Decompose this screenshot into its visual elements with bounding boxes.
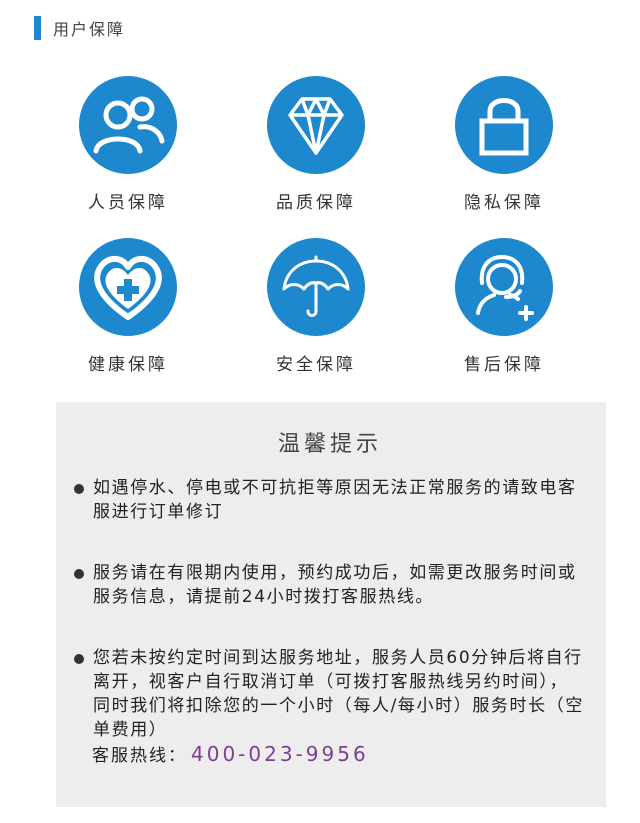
guarantee-item-privacy[interactable]: 隐私保障 [434, 76, 574, 213]
guarantee-label: 隐私保障 [464, 193, 544, 213]
headset-icon-circle [455, 238, 553, 336]
section-header: 用户保障 [34, 16, 125, 40]
list-item: 您若未按约定时间到达服务地址，服务人员60分钟后将自行离开，视客户自行取消订单（… [74, 646, 584, 742]
guarantee-label: 品质保障 [276, 193, 356, 213]
hotline-number[interactable]: 400-023-9956 [191, 742, 369, 766]
list-item: 如遇停水、停电或不可抗拒等原因无法正常服务的请致电客服进行订单修订 [74, 476, 584, 524]
people-icon [93, 96, 165, 154]
guarantee-label: 安全保障 [276, 355, 356, 375]
people-icon-circle [79, 76, 177, 174]
guarantee-label: 人员保障 [88, 193, 168, 213]
guarantee-label: 健康保障 [88, 355, 168, 375]
heart-icon-circle [79, 238, 177, 336]
notice-panel: 温馨提示 如遇停水、停电或不可抗拒等原因无法正常服务的请致电客服进行订单修订 服… [56, 402, 606, 807]
guarantee-item-health[interactable]: 健康保障 [58, 238, 198, 375]
heart-medical-icon [94, 255, 162, 320]
diamond-icon [288, 97, 344, 155]
headset-support-icon [476, 255, 534, 321]
list-item: 服务请在有限期内使用，预约成功后，如需更改服务时间或服务信息，请提前24小时拨打… [74, 561, 584, 609]
guarantee-item-safety[interactable]: 安全保障 [246, 238, 386, 375]
umbrella-icon [282, 255, 350, 317]
guarantee-label: 售后保障 [464, 355, 544, 375]
lock-icon-circle [455, 76, 553, 174]
lock-icon [479, 98, 529, 156]
umbrella-icon-circle [267, 238, 365, 336]
section-title: 用户保障 [53, 20, 126, 39]
guarantee-item-quality[interactable]: 品质保障 [246, 76, 386, 213]
diamond-icon-circle [267, 76, 365, 174]
section-accent-bar [34, 16, 41, 40]
notice-list: 如遇停水、停电或不可抗拒等原因无法正常服务的请致电客服进行订单修订 服务请在有限… [74, 476, 584, 779]
hotline-label: 客服热线： [92, 746, 187, 766]
guarantee-item-people[interactable]: 人员保障 [58, 76, 198, 213]
notice-title: 温馨提示 [277, 432, 382, 457]
guarantee-item-aftersales[interactable]: 售后保障 [434, 238, 574, 375]
hotline: 客服热线： 400-023-9956 [92, 741, 369, 766]
